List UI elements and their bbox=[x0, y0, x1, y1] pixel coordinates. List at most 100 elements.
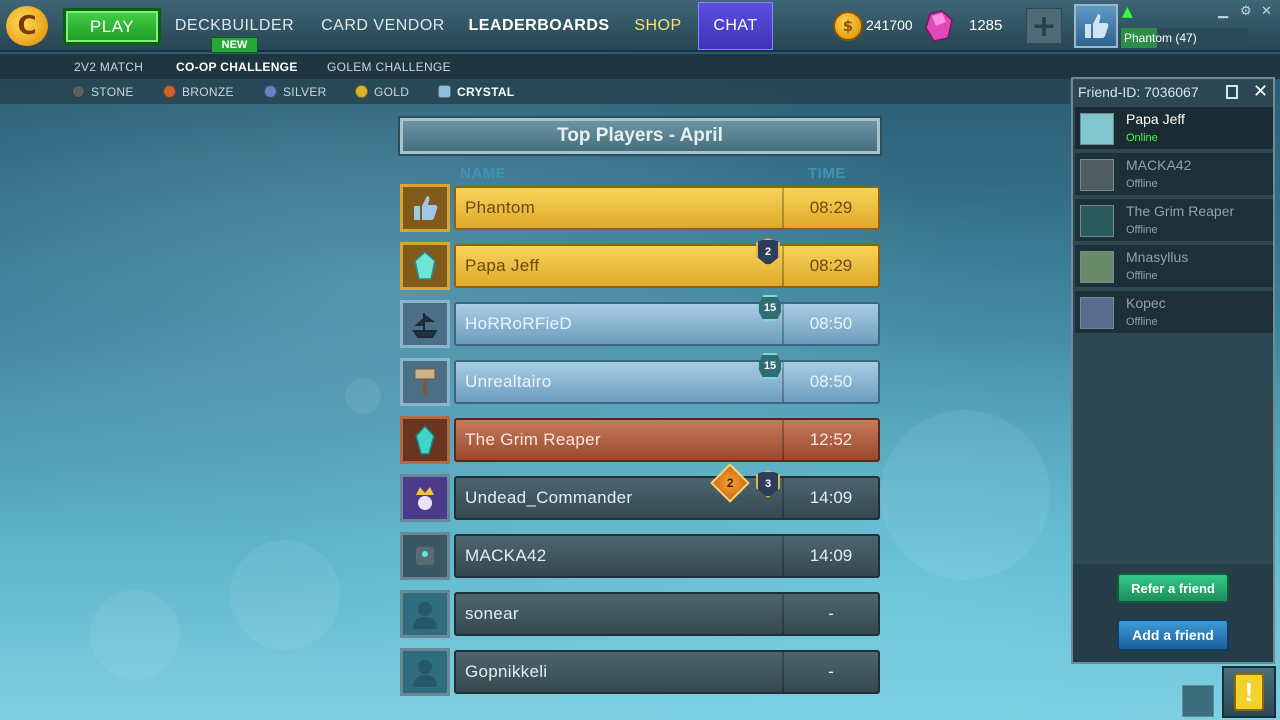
sign-icon bbox=[414, 368, 436, 396]
leaderboard-row[interactable]: sonear - bbox=[400, 590, 880, 638]
add-currency-button[interactable]: + bbox=[1026, 8, 1062, 44]
king-icon bbox=[416, 487, 434, 510]
player-avatar bbox=[400, 184, 450, 232]
player-avatar bbox=[400, 416, 450, 464]
gold-amount: 241700 bbox=[866, 17, 913, 33]
silver-league-icon bbox=[264, 85, 277, 98]
leaderboard-bar: MACKA42 14:09 bbox=[454, 534, 880, 578]
player-name: Unrealtairo bbox=[465, 372, 552, 391]
tab-golem-challenge[interactable]: GOLEM CHALLENGE bbox=[327, 54, 451, 79]
player-avatar bbox=[400, 532, 450, 580]
friend-avatar bbox=[1080, 205, 1114, 237]
player-name: MACKA42 bbox=[465, 546, 547, 565]
friend-status: Offline bbox=[1126, 224, 1158, 236]
gold-coin-icon: $ bbox=[833, 11, 863, 41]
friend-id: Friend-ID: 7036067 bbox=[1078, 84, 1199, 100]
bronze-league-icon bbox=[163, 85, 176, 98]
silhouette-icon bbox=[413, 660, 437, 687]
player-name: Undead_Commander bbox=[465, 488, 633, 507]
copy-icon[interactable] bbox=[1226, 85, 1238, 99]
leaderboard-row[interactable]: HoRRoRFieD 08:50 15 bbox=[400, 295, 880, 348]
column-header-time: TIME bbox=[808, 165, 846, 182]
player-time: 08:50 bbox=[782, 362, 878, 402]
notification-button[interactable]: ! bbox=[1222, 666, 1276, 718]
play-button[interactable]: PLAY bbox=[63, 8, 161, 45]
player-time: 08:50 bbox=[782, 304, 878, 344]
league-tab-bronze[interactable]: BRONZE bbox=[163, 79, 234, 104]
league-label: BRONZE bbox=[182, 84, 234, 99]
mode-tab-bar: 2V2 MATCH CO-OP CHALLENGE GOLEM CHALLENG… bbox=[0, 54, 1280, 79]
nav-shop[interactable]: SHOP bbox=[628, 0, 688, 52]
leaderboard-bar: Papa Jeff 08:29 bbox=[454, 244, 880, 288]
nav-chat[interactable]: CHAT bbox=[698, 2, 773, 50]
bokeh-decoration bbox=[345, 378, 381, 414]
game-logo[interactable]: C bbox=[6, 6, 48, 46]
player-time: 08:29 bbox=[782, 246, 878, 286]
leaderboard-bar: Unrealtairo 08:50 bbox=[454, 360, 880, 404]
minimize-icon[interactable]: ▁ bbox=[1218, 4, 1228, 19]
nav-leaderboards[interactable]: LEADERBOARDS bbox=[466, 0, 612, 52]
leaderboard-title: Top Players - April bbox=[400, 118, 880, 154]
crystal-icon bbox=[415, 424, 435, 455]
leaderboard-bar: Undead_Commander 14:09 bbox=[454, 476, 880, 520]
friend-status: Offline bbox=[1126, 178, 1158, 190]
crystal-icon bbox=[414, 251, 436, 280]
friend-list-item[interactable]: The Grim Reaper Offline bbox=[1075, 199, 1273, 243]
player-time: - bbox=[782, 652, 878, 692]
friend-avatar bbox=[1080, 159, 1114, 191]
close-icon[interactable]: ✕ bbox=[1253, 81, 1268, 102]
league-tab-bar: STONE BRONZE SILVER GOLD CRYSTAL bbox=[0, 79, 1070, 104]
ship-icon bbox=[412, 313, 438, 338]
player-avatar bbox=[400, 474, 450, 522]
friend-name: Kopec bbox=[1126, 295, 1166, 311]
player-avatar bbox=[400, 590, 450, 638]
friend-list-item[interactable]: Mnasyllus Offline bbox=[1075, 245, 1273, 289]
leaderboard-row[interactable]: Papa Jeff 08:29 2 bbox=[400, 238, 880, 290]
player-name: sonear bbox=[465, 604, 519, 623]
friend-avatar bbox=[1080, 113, 1114, 145]
profile-avatar[interactable] bbox=[1074, 4, 1118, 48]
new-badge: NEW bbox=[211, 37, 258, 53]
leaderboard-bar: sonear - bbox=[454, 592, 880, 636]
league-label: CRYSTAL bbox=[457, 84, 515, 99]
leaderboard-row[interactable]: Undead_Commander 14:09 2 3 bbox=[400, 463, 880, 522]
player-avatar bbox=[400, 358, 450, 406]
leaderboard-row[interactable]: MACKA42 14:09 bbox=[400, 532, 880, 580]
friend-name: The Grim Reaper bbox=[1126, 203, 1235, 219]
friend-list-item[interactable]: Kopec Offline bbox=[1075, 291, 1273, 335]
player-time: 14:09 bbox=[782, 536, 878, 576]
person-icon[interactable] bbox=[1182, 685, 1214, 717]
bokeh-decoration bbox=[90, 590, 180, 680]
leaderboard-row[interactable]: Gopnikkeli - bbox=[400, 648, 880, 696]
refer-friend-button[interactable]: Refer a friend bbox=[1117, 573, 1229, 603]
leaderboard-row[interactable]: The Grim Reaper 12:52 bbox=[400, 416, 880, 464]
friend-list-item[interactable]: Papa Jeff Online bbox=[1075, 107, 1273, 151]
leaderboard-row[interactable]: Unrealtairo 08:50 15 bbox=[400, 353, 880, 406]
leaderboard-bar: The Grim Reaper 12:52 bbox=[454, 418, 880, 462]
league-tab-crystal[interactable]: CRYSTAL bbox=[438, 79, 514, 104]
friend-name: Mnasyllus bbox=[1126, 249, 1189, 265]
rank-diamond-value: 2 bbox=[726, 476, 734, 490]
tab-coop-challenge[interactable]: CO-OP CHALLENGE bbox=[176, 54, 298, 79]
player-name: HoRRoRFieD bbox=[465, 314, 572, 333]
friend-name: MACKA42 bbox=[1126, 157, 1192, 173]
friend-status: Offline bbox=[1126, 270, 1158, 282]
player-avatar bbox=[400, 300, 450, 348]
close-window-icon[interactable]: ✕ bbox=[1261, 4, 1272, 19]
leaderboard-row[interactable]: Phantom 08:29 bbox=[400, 184, 880, 232]
friend-status: Online bbox=[1126, 132, 1158, 144]
friend-list-item[interactable]: MACKA42 Offline bbox=[1075, 153, 1273, 197]
gem-amount: 1285 bbox=[969, 17, 1003, 34]
league-tab-silver[interactable]: SILVER bbox=[264, 79, 327, 104]
league-tab-gold[interactable]: GOLD bbox=[355, 79, 409, 104]
profile-name[interactable]: Phantom (47) bbox=[1121, 28, 1249, 48]
top-nav-bar: C PLAY DECKBUILDER CARD VENDOR LEADERBOA… bbox=[0, 0, 1280, 52]
nav-card-vendor[interactable]: CARD VENDOR bbox=[318, 0, 448, 52]
settings-gear-icon[interactable]: ⚙ bbox=[1240, 4, 1252, 19]
add-friend-button[interactable]: Add a friend bbox=[1117, 619, 1229, 651]
player-name: Gopnikkeli bbox=[465, 662, 548, 681]
tab-2v2-match[interactable]: 2V2 MATCH bbox=[74, 54, 143, 79]
player-time: 14:09 bbox=[782, 478, 878, 518]
league-tab-stone[interactable]: STONE bbox=[72, 79, 134, 104]
gem-icon bbox=[925, 10, 953, 42]
